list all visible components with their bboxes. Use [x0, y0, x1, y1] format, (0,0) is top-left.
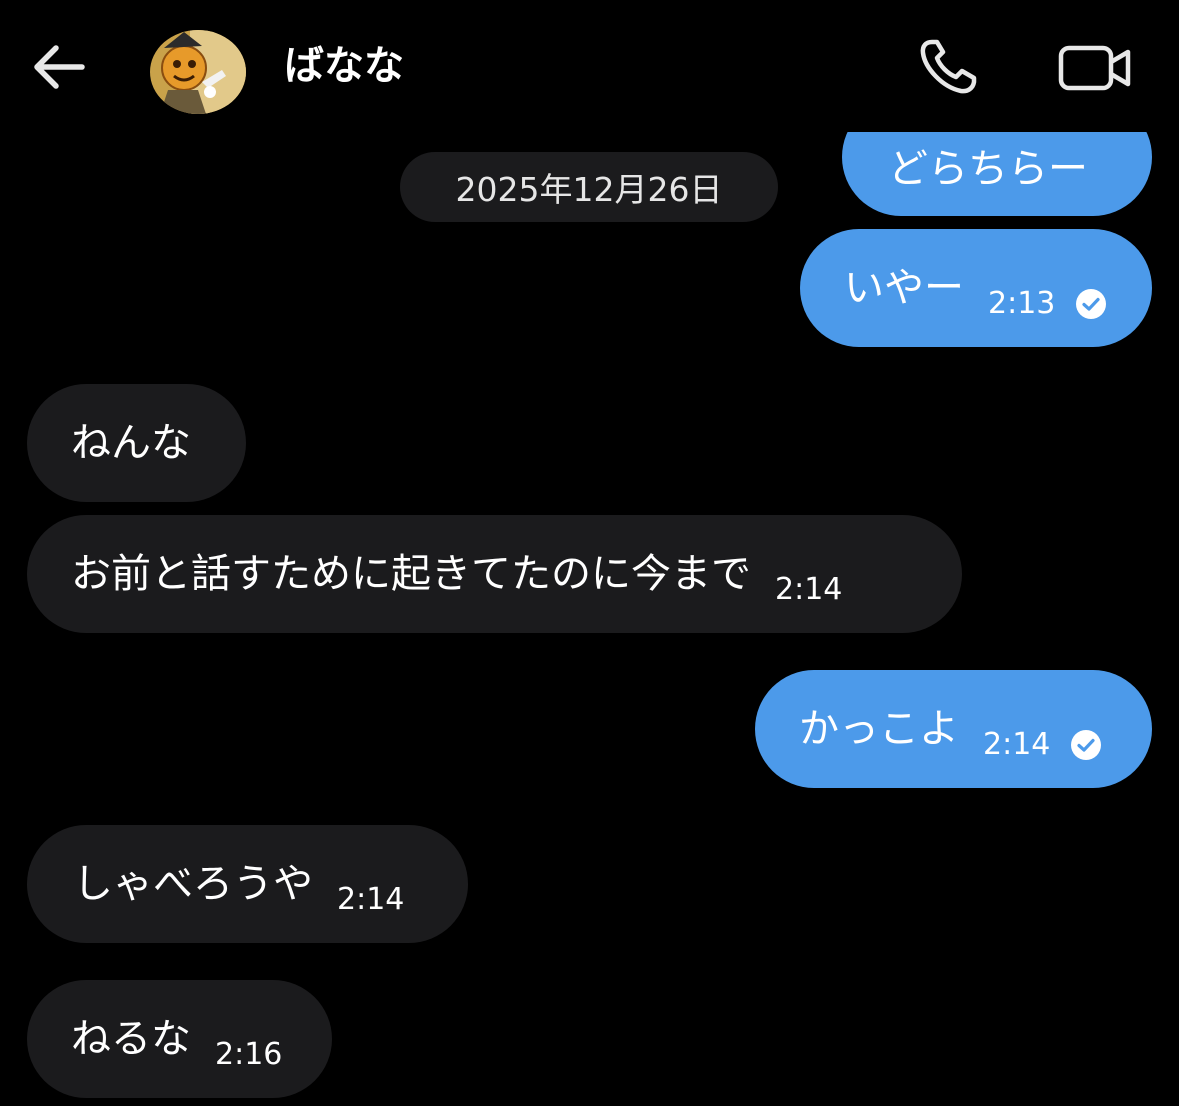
message-bubble-outgoing[interactable]: いやー 2:13	[800, 229, 1152, 347]
message-bubble-incoming[interactable]: ねんな	[27, 384, 246, 502]
message-bubble-incoming[interactable]: しゃべろうや 2:14	[27, 825, 468, 943]
message-text: かっこよ	[799, 706, 959, 752]
message-text: どらちらー	[888, 146, 1088, 192]
phone-icon	[920, 39, 977, 94]
video-camera-icon	[1058, 45, 1131, 91]
date-divider: 2025年12月26日	[400, 152, 778, 222]
message-text: ねんな	[71, 420, 191, 466]
arrow-left-icon	[34, 45, 85, 89]
message-timestamp: 2:13	[988, 286, 1056, 321]
pumpkin-character-avatar	[150, 30, 246, 114]
contact-name[interactable]: ばなな	[284, 40, 404, 92]
message-timestamp: 2:14	[337, 882, 405, 917]
message-bubble-outgoing[interactable]: かっこよ 2:14	[755, 670, 1152, 788]
message-list: どらちらー 2025年12月26日 いやー 2:13 ねんな お前と話すために起…	[0, 0, 1179, 1106]
message-text: ねるな	[71, 1016, 191, 1062]
message-text: お前と話すために起きてたのに今まで	[71, 551, 751, 597]
read-check-icon	[1076, 289, 1107, 319]
message-text: いやー	[844, 265, 964, 311]
video-call-button[interactable]	[1056, 38, 1136, 98]
message-timestamp: 2:14	[983, 727, 1051, 762]
message-text: しゃべろうや	[73, 861, 313, 907]
avatar[interactable]	[150, 30, 246, 114]
back-button[interactable]	[22, 30, 96, 104]
message-timestamp: 2:16	[215, 1037, 283, 1072]
message-bubble-incoming[interactable]: ねるな 2:16	[27, 980, 332, 1098]
message-timestamp: 2:14	[775, 572, 843, 607]
voice-call-button[interactable]	[912, 34, 988, 100]
read-check-icon	[1071, 730, 1102, 760]
message-bubble-incoming[interactable]: お前と話すために起きてたのに今まで 2:14	[27, 515, 962, 633]
chat-header: ばなな	[0, 0, 1179, 132]
